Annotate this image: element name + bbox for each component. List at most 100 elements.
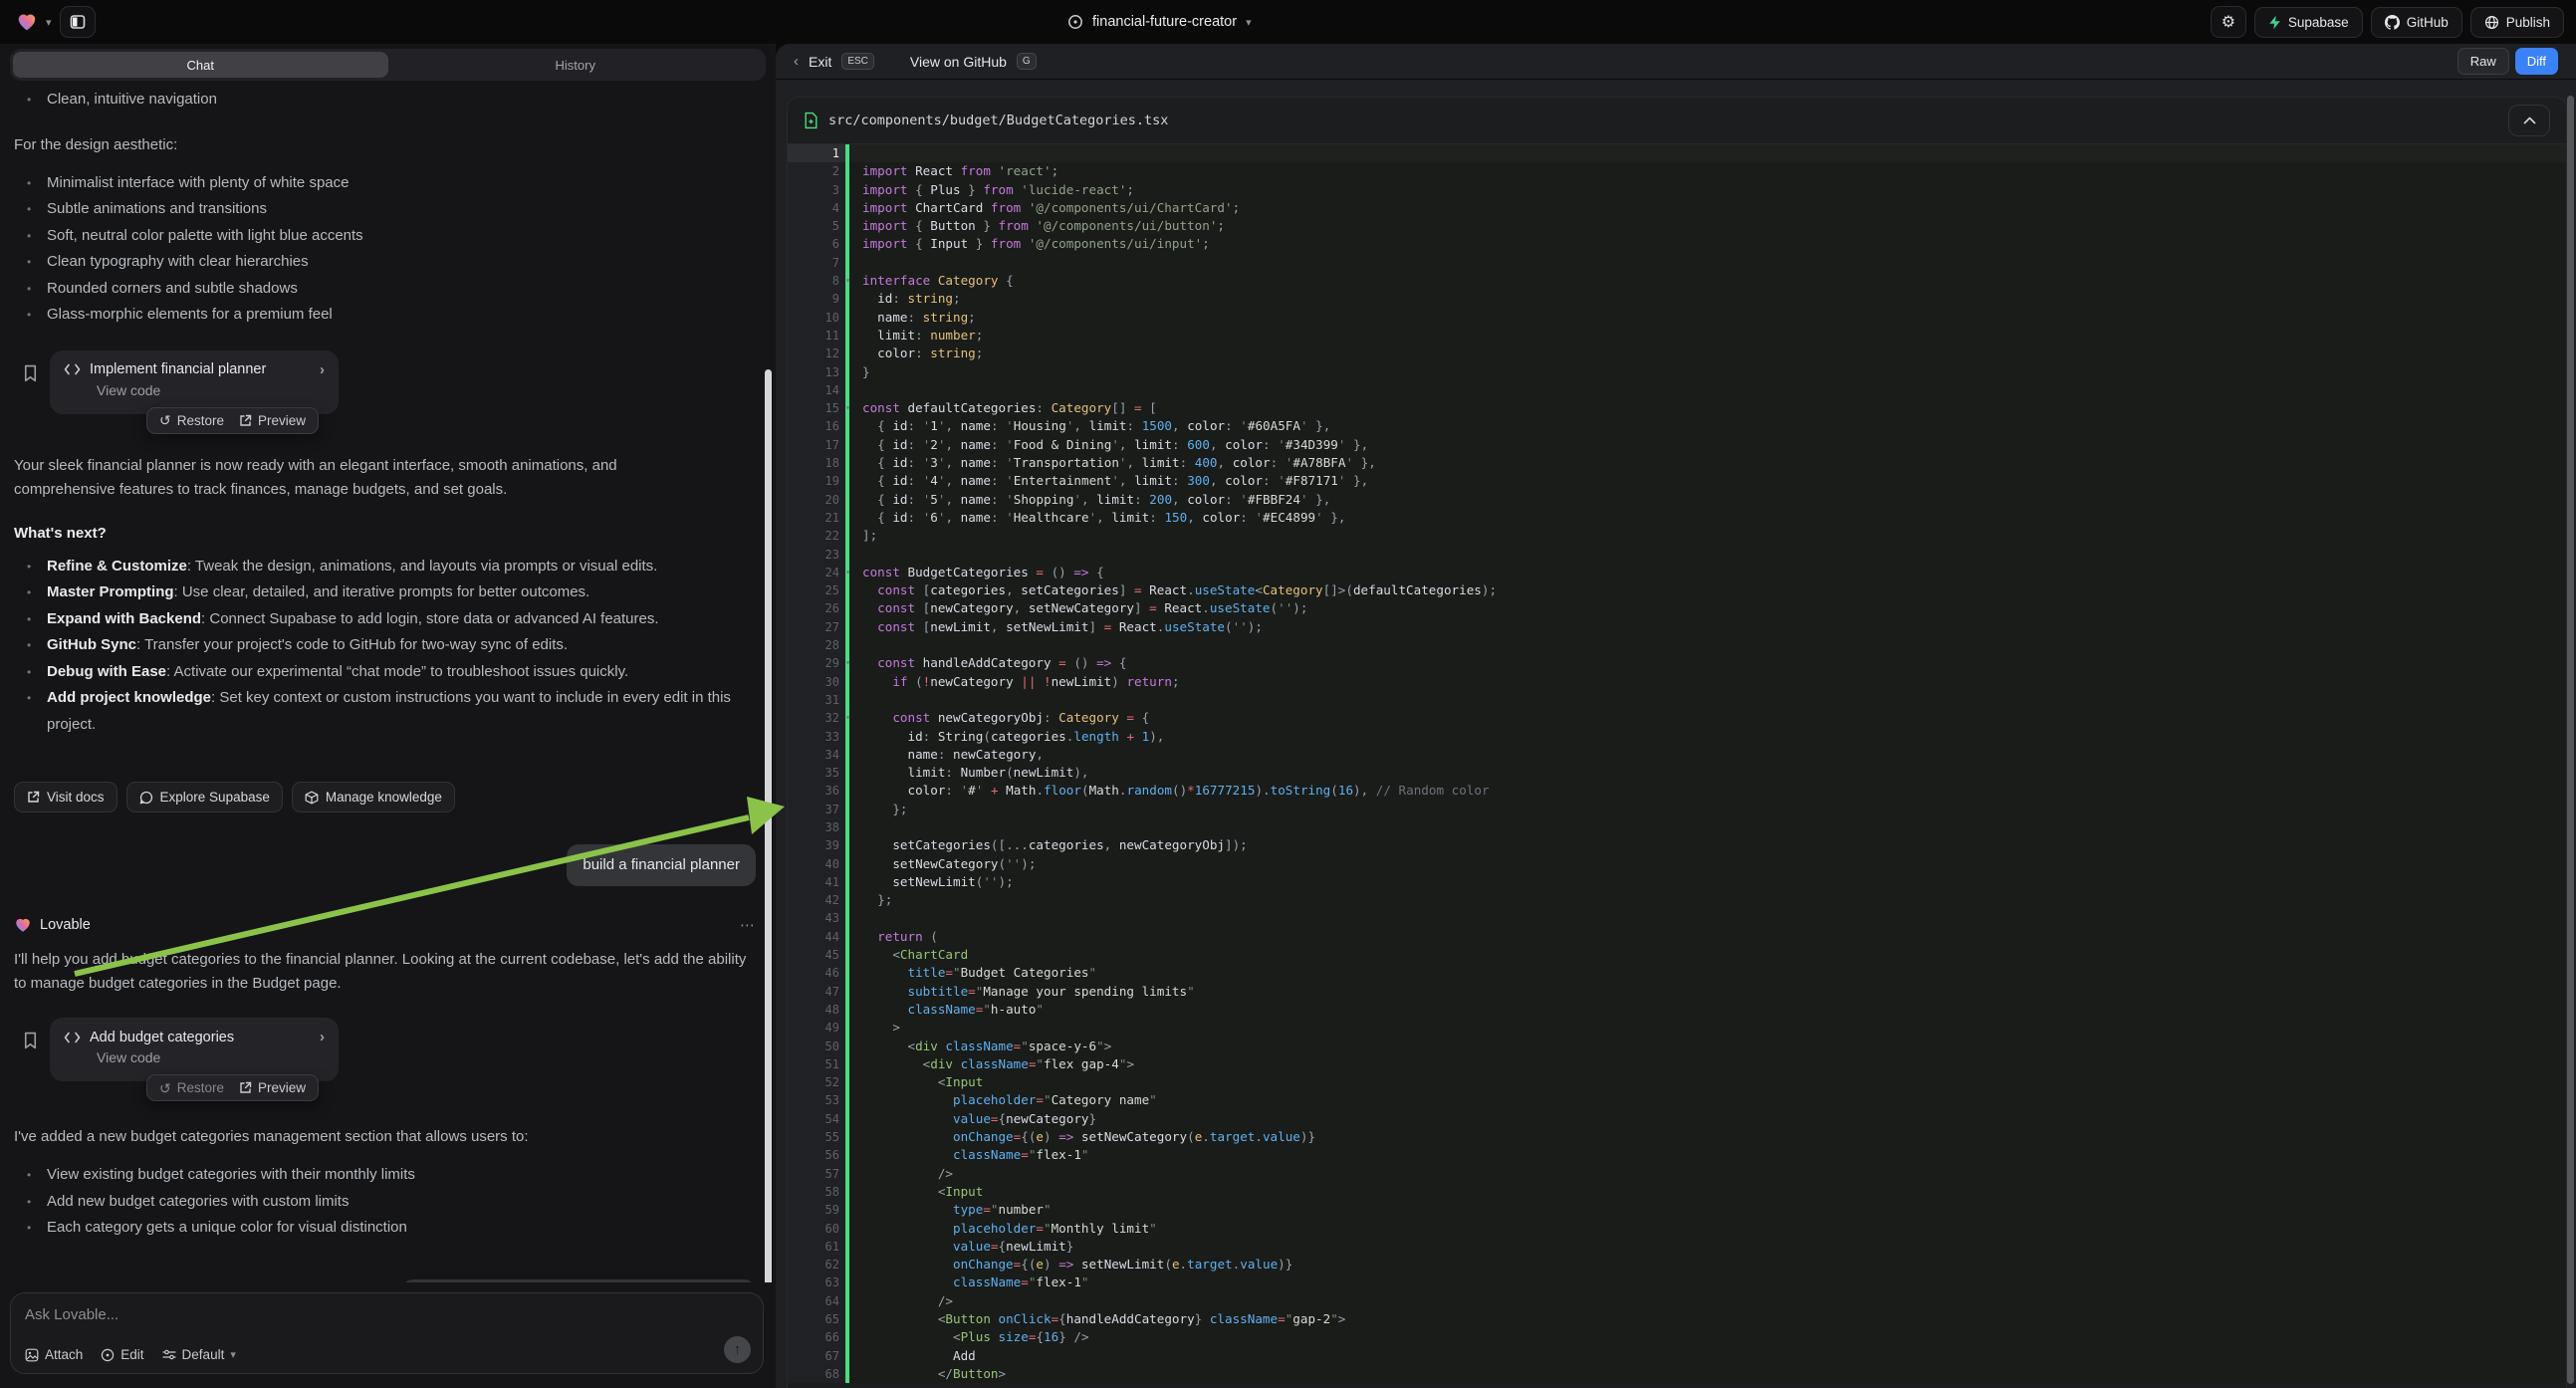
code-line[interactable]: 30 if (!newCategory || !newLimit) return… [788, 673, 2566, 691]
fold-chevron-icon[interactable]: ▾ [840, 709, 850, 727]
code-line[interactable]: 45 <ChartCard [788, 946, 2566, 964]
send-button[interactable]: ↑ [724, 1336, 751, 1363]
project-selector[interactable]: financial-future-creator ▾ [1067, 0, 1252, 44]
code-line[interactable]: 14 [788, 381, 2566, 399]
sidebar-toggle-button[interactable] [60, 6, 96, 38]
code-line[interactable]: 67 Add [788, 1347, 2566, 1365]
github-button[interactable]: GitHub [2371, 7, 2462, 38]
code-line[interactable]: 38 [788, 818, 2566, 836]
view-code-link[interactable]: View code [97, 1049, 325, 1065]
code-line[interactable]: 19 { id: '4', name: 'Entertainment', lim… [788, 472, 2566, 490]
version-card[interactable]: Add budget categories › View code [50, 1018, 339, 1081]
fold-chevron-icon[interactable]: ▾ [840, 272, 850, 290]
supabase-button[interactable]: Supabase [2254, 7, 2363, 38]
code-line[interactable]: 33 id: String(categories.length + 1), [788, 728, 2566, 746]
code-line[interactable]: 8▾interface Category { [788, 272, 2566, 290]
code-line[interactable]: 13} [788, 363, 2566, 381]
code-line[interactable]: 22]; [788, 527, 2566, 545]
code-line[interactable]: 46 title="Budget Categories" [788, 964, 2566, 982]
diff-toggle-button[interactable]: Diff [2515, 48, 2558, 75]
code-line[interactable]: 52 <Input [788, 1073, 2566, 1091]
fold-chevron-icon[interactable]: ▾ [840, 564, 850, 581]
code-line[interactable]: 65 <Button onClick={handleAddCategory} c… [788, 1310, 2566, 1328]
restore-button[interactable]: ↺Restore [159, 413, 224, 428]
code-line[interactable]: 9 id: string; [788, 290, 2566, 308]
code-line[interactable]: 42 }; [788, 891, 2566, 909]
code-line[interactable]: 32▾ const newCategoryObj: Category = { [788, 709, 2566, 727]
bookmark-icon[interactable] [23, 364, 38, 382]
code-line[interactable]: 2import React from 'react'; [788, 162, 2566, 180]
logo-chevron-down-icon[interactable]: ▾ [46, 16, 52, 29]
file-header[interactable]: src/components/budget/BudgetCategories.t… [788, 98, 2566, 144]
visit-docs-button[interactable]: Visit docs [14, 782, 117, 812]
explore-supabase-button[interactable]: Explore Supabase [126, 782, 283, 812]
code-line[interactable]: 4import ChartCard from '@/components/ui/… [788, 199, 2566, 217]
code-line[interactable]: 26 const [newCategory, setNewCategory] =… [788, 599, 2566, 617]
code-line[interactable]: 43 [788, 909, 2566, 927]
fold-chevron-icon[interactable]: ▾ [840, 654, 850, 672]
edit-button[interactable]: Edit [101, 1347, 143, 1362]
view-code-link[interactable]: View code [97, 382, 325, 398]
code-line[interactable]: 10 name: string; [788, 309, 2566, 327]
version-card[interactable]: Implement financial planner › View code [50, 350, 339, 414]
code-line[interactable]: 21 { id: '6', name: 'Healthcare', limit:… [788, 509, 2566, 527]
code-line[interactable]: 53 placeholder="Category name" [788, 1091, 2566, 1109]
code-line[interactable]: 44 return ( [788, 928, 2566, 946]
code-line[interactable]: 28 [788, 636, 2566, 654]
code-line[interactable]: 1 [788, 144, 2566, 162]
code-line[interactable]: 23 [788, 546, 2566, 564]
code-line[interactable]: 66 <Plus size={16} /> [788, 1328, 2566, 1346]
code-line[interactable]: 37 }; [788, 801, 2566, 818]
publish-button[interactable]: Publish [2470, 7, 2564, 38]
exit-button[interactable]: Exit [809, 54, 831, 70]
code-line[interactable]: 18 { id: '3', name: 'Transportation', li… [788, 454, 2566, 472]
mode-selector[interactable]: Default ▾ [162, 1347, 236, 1362]
code-line[interactable]: 57 /> [788, 1165, 2566, 1183]
chat-scrollbar[interactable] [765, 369, 772, 1282]
code-line[interactable]: 11 limit: number; [788, 327, 2566, 345]
code-line[interactable]: 40 setNewCategory(''); [788, 855, 2566, 873]
view-on-github-button[interactable]: View on GitHub [910, 54, 1007, 70]
code-line[interactable]: 60 placeholder="Monthly limit" [788, 1220, 2566, 1238]
code-line[interactable]: 62 onChange={(e) => setNewLimit(e.target… [788, 1256, 2566, 1273]
code-line[interactable]: 68 </Button> [788, 1365, 2566, 1383]
code-line[interactable]: 55 onChange={(e) => setNewCategory(e.tar… [788, 1128, 2566, 1146]
code-line[interactable]: 6import { Input } from '@/components/ui/… [788, 235, 2566, 253]
attach-button[interactable]: Attach [25, 1347, 83, 1362]
code-line[interactable]: 17 { id: '2', name: 'Food & Dining', lim… [788, 436, 2566, 454]
code-line[interactable]: 29▾ const handleAddCategory = () => { [788, 654, 2566, 672]
code-line[interactable]: 50 <div className="space-y-6"> [788, 1038, 2566, 1055]
code-editor[interactable]: 12import React from 'react';3import { Pl… [788, 144, 2566, 1388]
settings-button[interactable]: ⚙ [2211, 6, 2246, 38]
code-line[interactable]: 59 type="number" [788, 1201, 2566, 1219]
code-line[interactable]: 47 subtitle="Manage your spending limits… [788, 983, 2566, 1001]
code-line[interactable]: 5import { Button } from '@/components/ui… [788, 217, 2566, 235]
code-line[interactable]: 20 { id: '5', name: 'Shopping', limit: 2… [788, 491, 2566, 509]
code-line[interactable]: 36 color: '#' + Math.floor(Math.random()… [788, 782, 2566, 800]
code-line[interactable]: 3import { Plus } from 'lucide-react'; [788, 181, 2566, 199]
collapse-file-button[interactable] [2508, 105, 2550, 136]
code-line[interactable]: 25 const [categories, setCategories] = R… [788, 581, 2566, 599]
code-line[interactable]: 16 { id: '1', name: 'Housing', limit: 15… [788, 417, 2566, 435]
restore-button[interactable]: ↺Restore [159, 1080, 224, 1095]
raw-toggle-button[interactable]: Raw [2458, 48, 2509, 75]
code-line[interactable]: 27 const [newLimit, setNewLimit] = React… [788, 618, 2566, 636]
code-line[interactable]: 51 <div className="flex gap-4"> [788, 1055, 2566, 1073]
code-line[interactable]: 12 color: string; [788, 345, 2566, 362]
preview-button[interactable]: Preview [239, 1080, 306, 1095]
code-line[interactable]: 15▾const defaultCategories: Category[] =… [788, 399, 2566, 417]
code-line[interactable]: 35 limit: Number(newLimit), [788, 764, 2566, 782]
tab-history[interactable]: History [388, 52, 764, 78]
code-line[interactable]: 64 /> [788, 1292, 2566, 1310]
code-line[interactable]: 48 className="h-auto" [788, 1001, 2566, 1019]
bookmark-icon[interactable] [23, 1032, 38, 1049]
preview-button[interactable]: Preview [239, 413, 306, 428]
code-line[interactable]: 63 className="flex-1" [788, 1273, 2566, 1291]
code-line[interactable]: 31 [788, 691, 2566, 709]
code-line[interactable]: 41 setNewLimit(''); [788, 873, 2566, 891]
code-panel-scrollbar[interactable] [2567, 96, 2574, 1384]
message-menu-button[interactable]: ⋯ [740, 916, 756, 934]
code-line[interactable]: 24▾const BudgetCategories = () => { [788, 564, 2566, 581]
manage-knowledge-button[interactable]: Manage knowledge [292, 782, 455, 812]
code-line[interactable]: 54 value={newCategory} [788, 1110, 2566, 1128]
